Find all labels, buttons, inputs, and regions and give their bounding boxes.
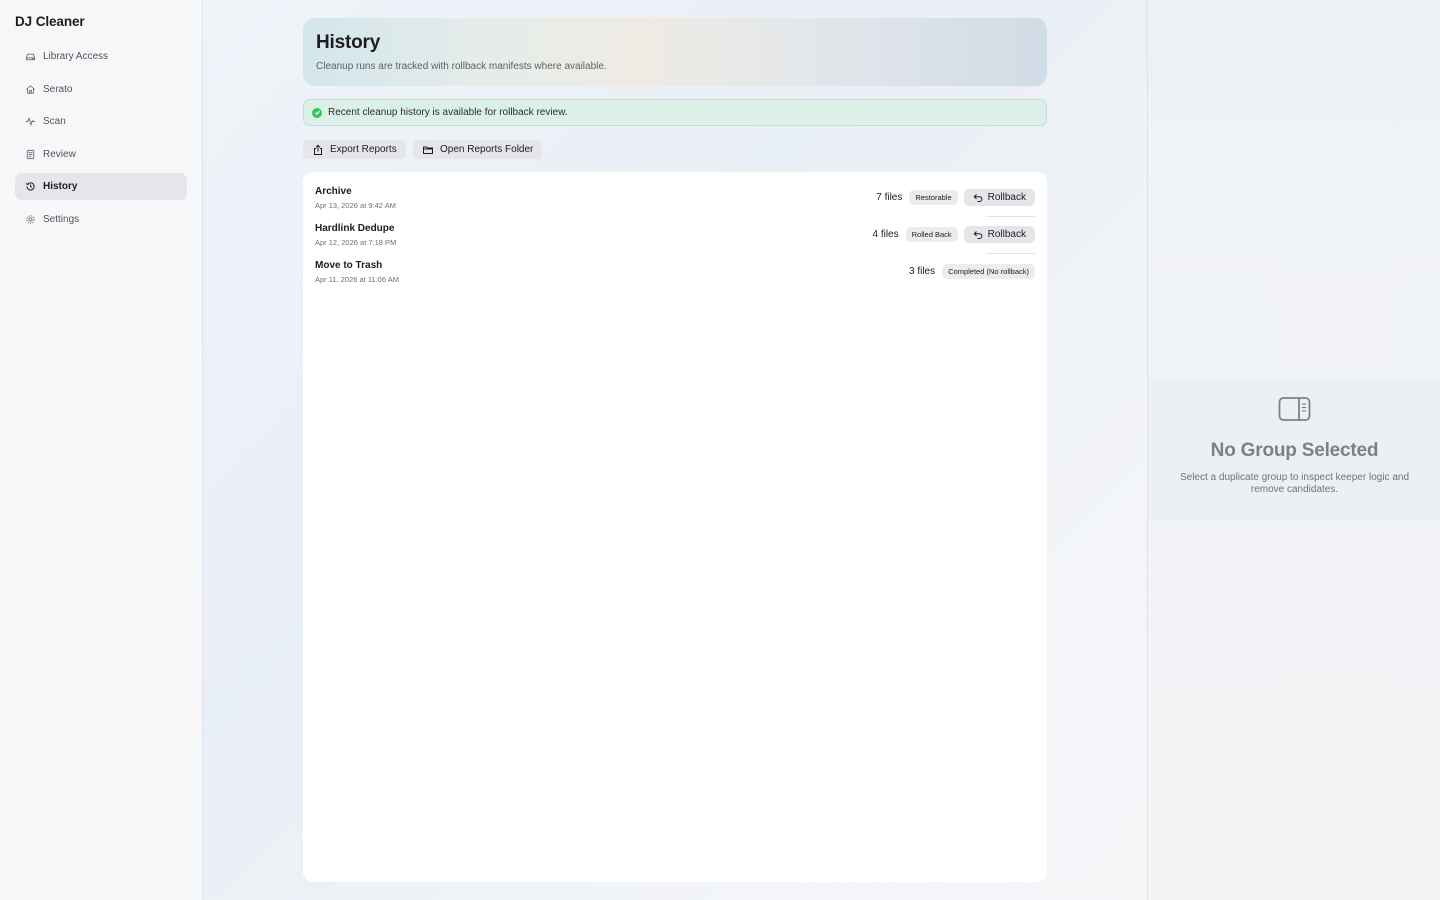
sidebar-item-label: Library Access xyxy=(43,51,109,62)
undo-icon xyxy=(973,230,983,239)
checkmark-circle-icon xyxy=(312,107,322,118)
status-banner: Recent cleanup history is available for … xyxy=(303,99,1047,126)
status-badge: Rolled Back xyxy=(905,227,958,242)
share-icon xyxy=(314,144,322,155)
document-icon xyxy=(24,148,37,161)
sidebar-item-settings[interactable]: Settings xyxy=(15,206,187,233)
history-row-name: Hardlink Dedupe xyxy=(315,223,395,234)
inspector-panel: No Group Selected Select a duplicate gro… xyxy=(1147,0,1440,900)
empty-state-subtitle: Select a duplicate group to inspect keep… xyxy=(1179,472,1410,495)
page-header: History Cleanup runs are tracked with ro… xyxy=(303,18,1047,86)
status-banner-text: Recent cleanup history is available for … xyxy=(328,107,568,118)
sidebar-item-label: Serato xyxy=(43,83,73,95)
waveform-icon xyxy=(24,115,37,128)
home-icon xyxy=(24,83,37,96)
folder-icon xyxy=(423,146,433,154)
clock-history-icon xyxy=(24,180,37,193)
app-title: DJ Cleaner xyxy=(15,14,85,29)
sidebar-right-icon xyxy=(1278,397,1311,421)
status-badge: Restorable xyxy=(909,190,958,205)
empty-state-title: No Group Selected xyxy=(1210,440,1379,461)
sidebar: DJ Cleaner Library Access Serato Scan Re… xyxy=(0,0,203,900)
sidebar-item-label: Settings xyxy=(43,213,80,225)
history-row-date: Apr 11, 2026 at 11:06 AM xyxy=(315,275,399,284)
sidebar-item-serato[interactable]: Serato xyxy=(15,76,187,103)
history-row-files: 7 files xyxy=(876,192,903,203)
sidebar-item-history[interactable]: History xyxy=(15,173,187,200)
history-row-name: Move to Trash xyxy=(315,260,383,271)
sidebar-nav: Library Access Serato Scan Review Histor… xyxy=(15,43,187,238)
history-row-files: 4 files xyxy=(872,229,899,240)
sidebar-item-label: Review xyxy=(43,148,76,160)
history-row-name: Archive xyxy=(315,186,352,197)
sidebar-item-label: Scan xyxy=(43,116,66,127)
undo-icon xyxy=(973,193,983,202)
export-reports-label: Export Reports xyxy=(330,144,397,155)
sidebar-item-library-access[interactable]: Library Access xyxy=(15,43,187,70)
open-reports-folder-label: Open Reports Folder xyxy=(440,144,534,155)
sidebar-item-scan[interactable]: Scan xyxy=(15,108,187,135)
gear-icon xyxy=(24,213,37,226)
empty-state: No Group Selected Select a duplicate gro… xyxy=(1148,380,1440,520)
status-badge: Completed (No rollback) xyxy=(942,264,1035,279)
page-subtitle: Cleanup runs are tracked with rollback m… xyxy=(316,61,607,72)
history-row-hardlink-dedupe[interactable]: Hardlink Dedupe Apr 12, 2026 at 7:18 PM … xyxy=(303,209,1047,247)
drive-icon xyxy=(24,50,37,63)
page-title: History xyxy=(316,32,381,53)
rollback-label: Rollback xyxy=(987,229,1026,240)
sidebar-item-review[interactable]: Review xyxy=(15,141,187,168)
history-row-files: 3 files xyxy=(909,266,936,277)
rollback-button[interactable]: Rollback xyxy=(963,226,1035,243)
rollback-label: Rollback xyxy=(987,192,1026,203)
rollback-button[interactable]: Rollback xyxy=(963,189,1035,206)
history-row-move-to-trash[interactable]: Move to Trash Apr 11, 2026 at 11:06 AM 3… xyxy=(303,246,1047,284)
history-list: Archive Apr 13, 2026 at 9:42 AM 7 files … xyxy=(303,172,1047,882)
sidebar-item-label: History xyxy=(43,181,78,192)
history-row-archive[interactable]: Archive Apr 13, 2026 at 9:42 AM 7 files … xyxy=(303,172,1047,210)
export-reports-button[interactable]: Export Reports xyxy=(303,140,406,159)
open-reports-folder-button[interactable]: Open Reports Folder xyxy=(413,140,543,159)
